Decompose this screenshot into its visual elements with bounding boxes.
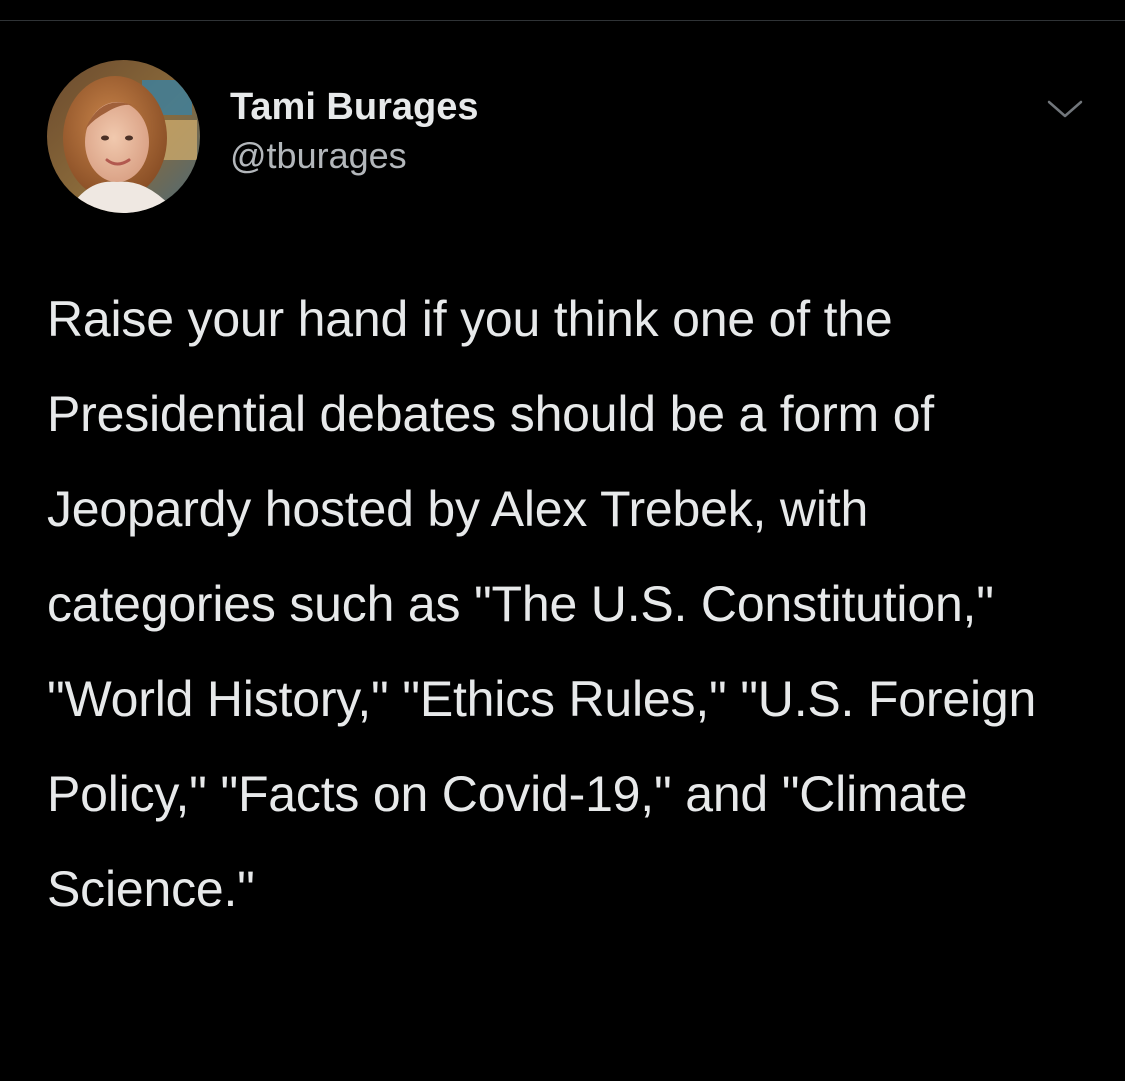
author-display-name[interactable]: Tami Burages xyxy=(230,84,478,130)
chevron-down-icon xyxy=(1047,100,1083,118)
tweet-header: Tami Burages @tburages xyxy=(47,60,1087,220)
tweet-card: Tami Burages @tburages Raise your hand i… xyxy=(0,0,1125,1081)
author-names: Tami Burages @tburages xyxy=(230,84,478,178)
tweet-menu-button[interactable] xyxy=(1043,88,1087,132)
avatar-photo xyxy=(47,60,200,213)
tweet-text: Raise your hand if you think one of the … xyxy=(47,291,1037,917)
author-handle[interactable]: @tburages xyxy=(230,134,478,178)
avatar[interactable] xyxy=(47,60,200,213)
